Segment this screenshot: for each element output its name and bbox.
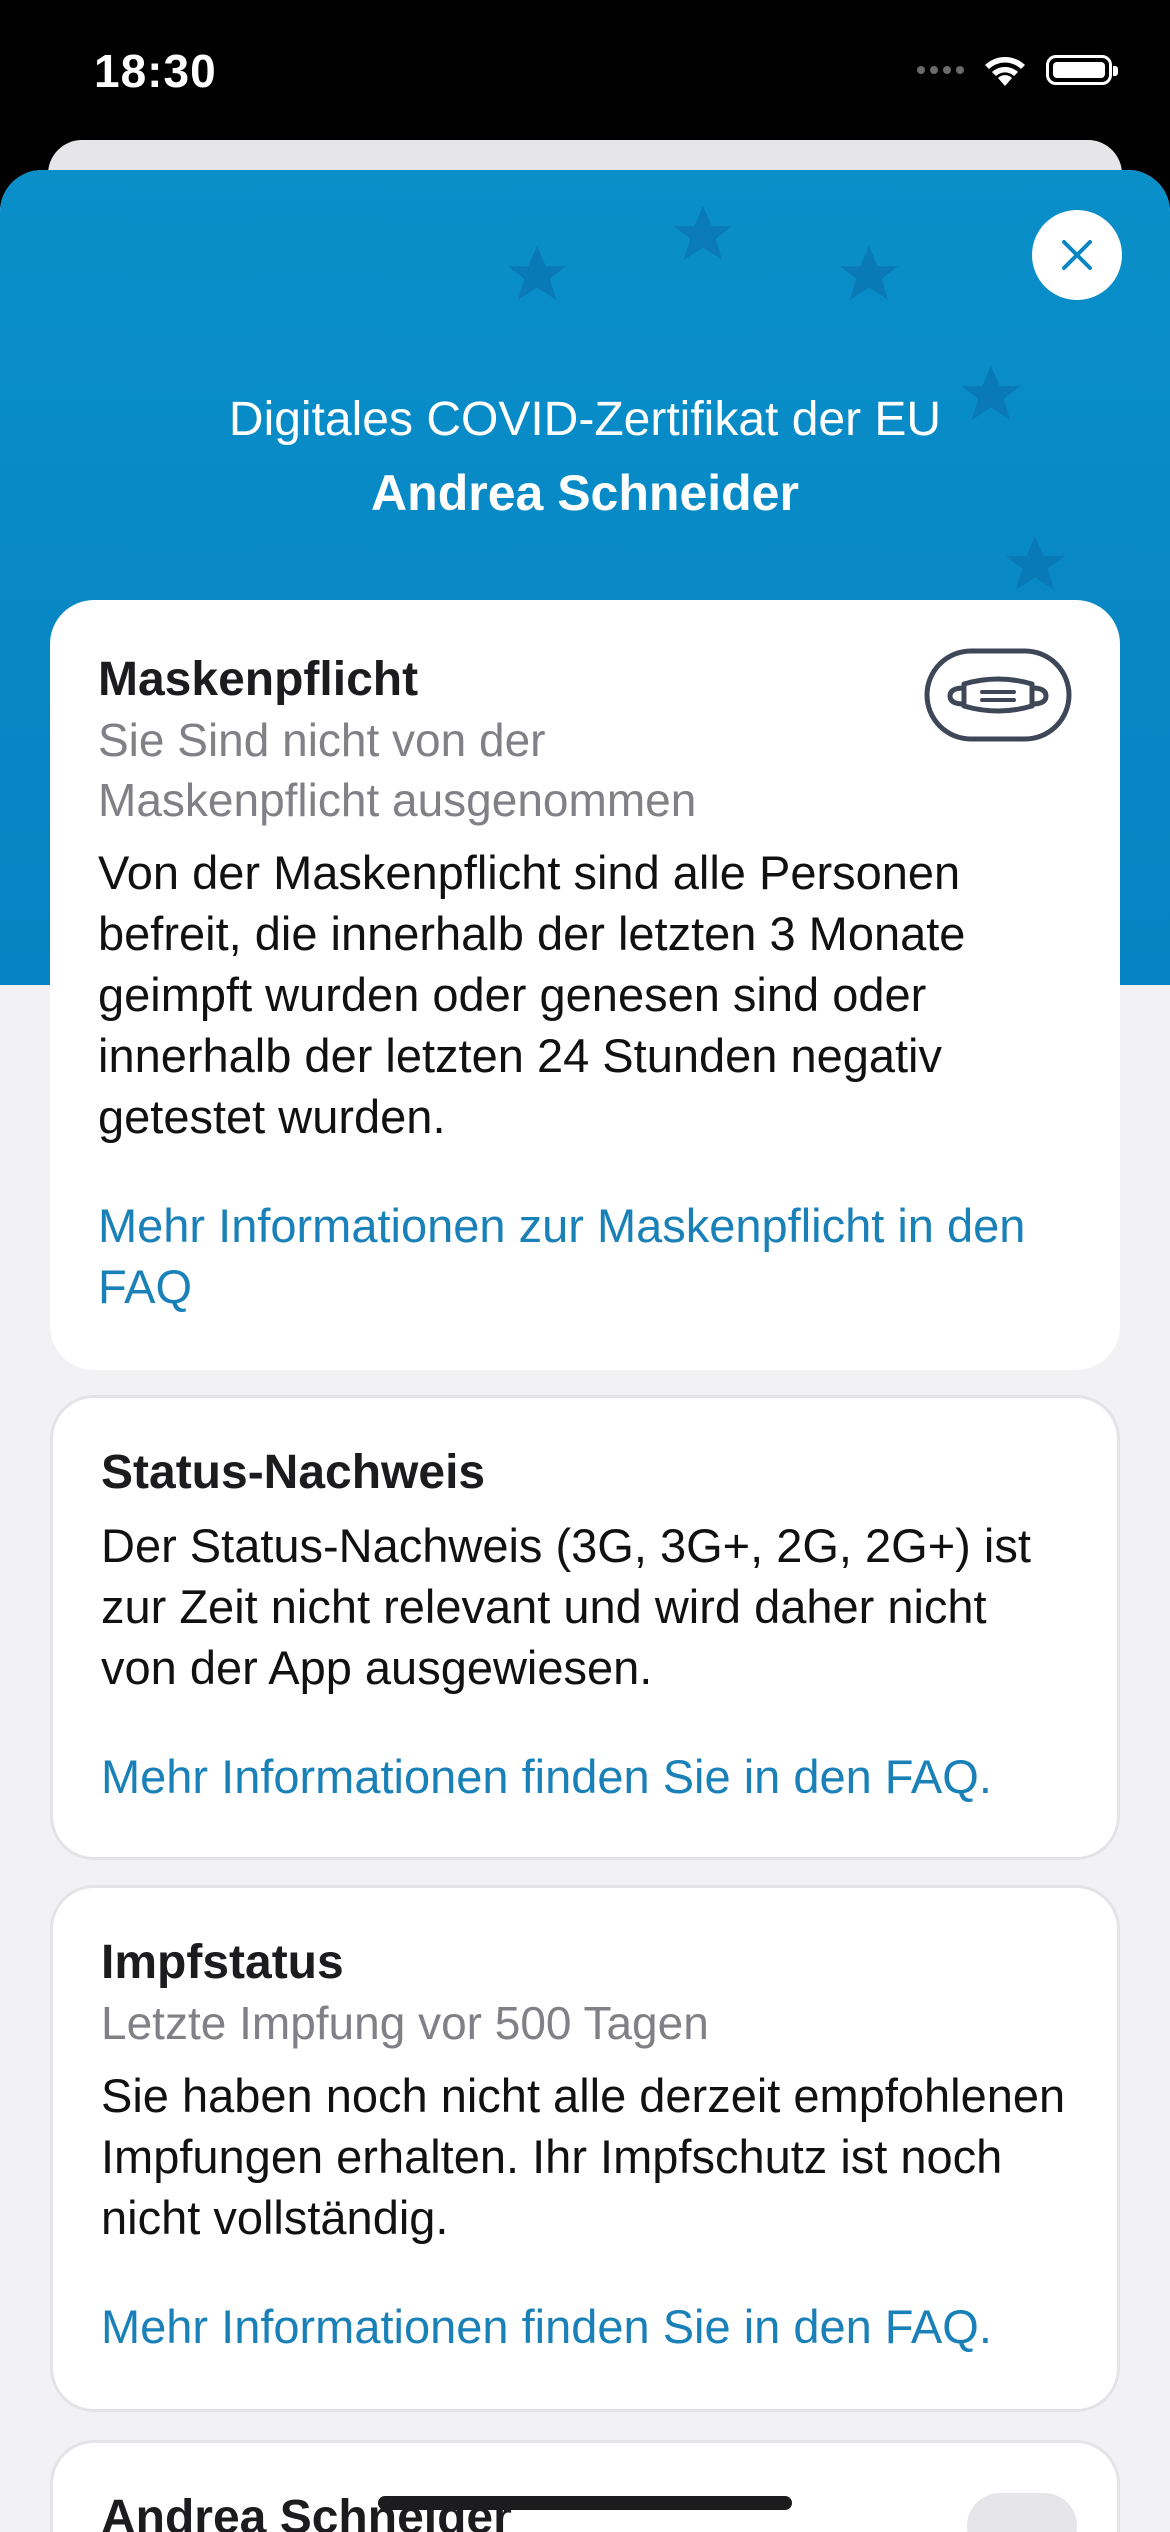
star-icon xyxy=(839,245,899,300)
vaccination-card-title: Impfstatus xyxy=(101,1936,344,1989)
vaccination-faq-link[interactable]: Mehr Informationen finden Sie in den FAQ… xyxy=(101,2296,1069,2357)
status-faq-link[interactable]: Mehr Informationen finden Sie in den FAQ… xyxy=(101,1746,1069,1807)
star-icon xyxy=(1005,535,1065,590)
star-icon xyxy=(507,245,567,300)
certificate-title: Digitales COVID-Zertifikat der EU xyxy=(228,393,942,446)
battery-icon xyxy=(1046,55,1118,85)
holder-name: Andrea Schneider xyxy=(371,465,799,521)
certificate-sheet: Digitales COVID-Zertifikat der EU Andrea… xyxy=(0,170,1170,2532)
vaccination-card: Impfstatus Letzte Impfung vor 500 Tagen … xyxy=(50,1885,1120,2412)
vaccination-card-body: Sie haben noch nicht alle derzeit empfoh… xyxy=(101,2069,1066,2244)
mask-card: Maskenpflicht Sie Sind nicht von der Mas… xyxy=(50,600,1120,1370)
wifi-icon xyxy=(985,57,1025,86)
status-card-title: Status-Nachweis xyxy=(101,1446,486,1499)
mask-card-body: Von der Maskenpflicht sind alle Personen… xyxy=(98,846,966,1143)
person-card-name: Andrea Schneider xyxy=(101,2491,512,2532)
signal-icon xyxy=(917,66,964,74)
mask-card-subtitle: Sie Sind nicht von der Maskenpflicht aus… xyxy=(98,714,697,826)
status-card: Status-Nachweis Der Status-Nachweis (3G,… xyxy=(50,1395,1120,1860)
detail-toggle[interactable] xyxy=(967,2493,1077,2532)
mask-icon xyxy=(924,648,1072,742)
status-time: 18:30 xyxy=(94,45,217,97)
home-indicator xyxy=(378,2496,792,2510)
vaccination-card-subtitle: Letzte Impfung vor 500 Tagen xyxy=(101,1997,709,2049)
status-bar: 18:30 xyxy=(0,0,1170,150)
status-card-body: Der Status-Nachweis (3G, 3G+, 2G, 2G+) i… xyxy=(101,1519,1031,1694)
status-icons xyxy=(917,52,1118,88)
person-card: Andrea Schneider xyxy=(50,2440,1120,2532)
close-icon xyxy=(1062,240,1092,270)
close-button[interactable] xyxy=(1032,210,1122,300)
mask-faq-link[interactable]: Mehr Informationen zur Maskenpflicht in … xyxy=(98,1195,1072,1317)
star-icon xyxy=(673,205,733,260)
